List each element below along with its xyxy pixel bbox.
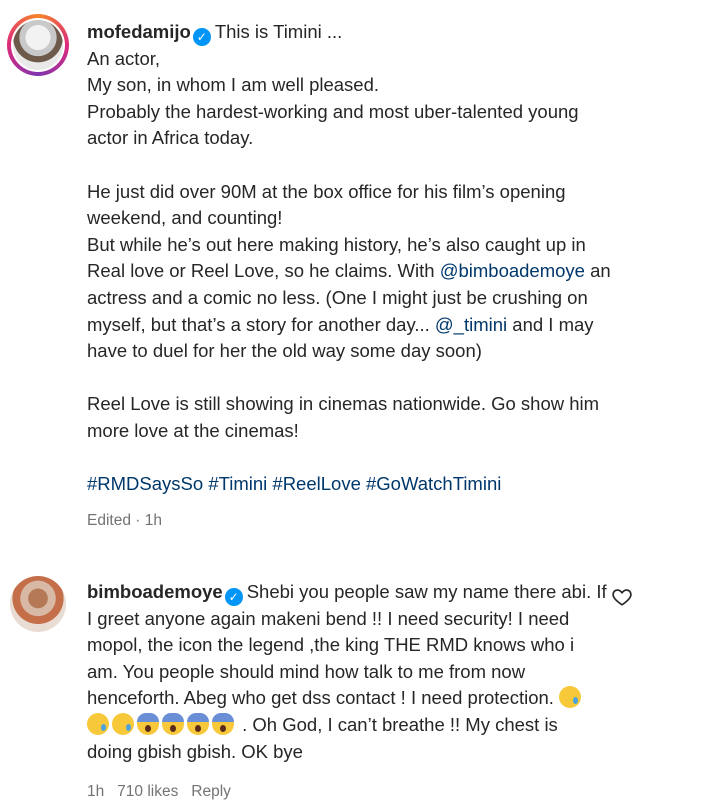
caption-line: He just did over 90M at the box office f… xyxy=(87,180,566,202)
comment-line: doing gbish gbish. OK bye xyxy=(87,740,303,762)
comment-meta: 1h 710 likes Reply xyxy=(87,779,607,806)
comment-text: bimboademoye ✓ Shebi you people saw my nam… xyxy=(87,579,607,806)
caption-text-segment: an xyxy=(584,260,611,282)
caption-line: actress and a comic no less. (One I migh… xyxy=(87,286,588,308)
avatar-frame xyxy=(11,18,65,72)
post-meta: Edited · 1h xyxy=(87,511,162,529)
caption-line: Reel Love is still showing in cinemas na… xyxy=(87,393,600,415)
hashtag-rmdsaysso[interactable]: #RMDSaysSo xyxy=(87,473,203,494)
caption-text-segment: Real love or Reel Love, so he claims. Wi… xyxy=(87,260,440,282)
caption-title: This is Timini ... xyxy=(214,21,343,42)
caption-line: Real love or Reel Love, so he claims. Wi… xyxy=(87,258,687,285)
hashtag-reellove[interactable]: #ReelLove xyxy=(272,473,360,494)
comment-line: . Oh God, I can’t breathe !! My chest is xyxy=(87,712,607,739)
comment-text-segment: Shebi you people saw my name there abi. … xyxy=(246,581,607,602)
caption-line: But while he’s out here making history, … xyxy=(87,233,586,255)
caption-text-segment: myself, but that’s a story for another d… xyxy=(87,313,435,335)
comment-username[interactable]: bimboademoye xyxy=(87,581,223,602)
caption-line: An actor, xyxy=(87,47,161,69)
hashtag-gowatchtimini[interactable]: #GoWatchTimini xyxy=(366,473,501,494)
avatar-photo xyxy=(13,20,63,70)
screaming-face-emoji xyxy=(187,712,209,735)
caption-text: mofedamijo ✓ This is Timini ... An actor, … xyxy=(87,19,687,534)
caption-line: My son, in whom I am well pleased. xyxy=(87,74,380,96)
comment-line: I greet anyone again makeni bend !! I ne… xyxy=(87,607,570,629)
comment-time: 1h xyxy=(87,783,105,801)
crying-face-emoji xyxy=(112,712,134,735)
verified-badge-icon: ✓ xyxy=(192,28,211,46)
caption-text-segment: and I may xyxy=(507,313,594,335)
verified-badge-icon: ✓ xyxy=(224,588,243,606)
crying-face-emoji xyxy=(87,712,109,735)
caption-line: weekend, and counting! xyxy=(87,207,283,229)
screaming-face-emoji xyxy=(212,712,234,735)
caption-line: more love at the cinemas! xyxy=(87,419,299,441)
caption-line: actor in Africa today. xyxy=(87,127,254,149)
reply-button[interactable]: Reply xyxy=(191,783,231,800)
post-author-avatar[interactable] xyxy=(7,14,69,76)
comment-line: henceforth. Abeg who get dss contact ! I… xyxy=(87,685,607,712)
caption-line: myself, but that’s a story for another d… xyxy=(87,312,687,339)
caption-line: Probably the hardest-working and most ub… xyxy=(87,100,579,122)
crying-face-emoji xyxy=(559,686,582,709)
heart-outline-icon[interactable] xyxy=(611,586,633,608)
comment-text-segment: . Oh God, I can’t breathe !! My chest is xyxy=(242,713,558,735)
screaming-face-emoji xyxy=(137,712,159,735)
caption-line: have to duel for her the old way some da… xyxy=(87,340,482,362)
hashtag-timini[interactable]: #Timini xyxy=(208,473,267,494)
comment-text-segment: henceforth. Abeg who get dss contact ! I… xyxy=(87,687,554,709)
comment-line: am. You people should mind how talk to m… xyxy=(87,660,526,682)
screaming-face-emoji xyxy=(162,712,184,735)
post-username[interactable]: mofedamijo xyxy=(87,21,191,42)
hashtag-line: #RMDSaysSo #Timini #ReelLove #GoWatchTim… xyxy=(87,471,687,498)
mention-bimboademoye[interactable]: @bimboademoye xyxy=(440,260,585,281)
caption-header-line: mofedamijo ✓ This is Timini ... xyxy=(87,19,687,46)
comment-author-avatar[interactable] xyxy=(10,576,66,632)
mention-timini[interactable]: @_timini xyxy=(435,314,507,335)
comment-line: mopol, the icon the legend ,the king THE… xyxy=(87,634,575,656)
comment-line: bimboademoye ✓ Shebi you people saw my nam… xyxy=(87,579,607,606)
comment-likes[interactable]: 710 likes xyxy=(117,783,178,800)
